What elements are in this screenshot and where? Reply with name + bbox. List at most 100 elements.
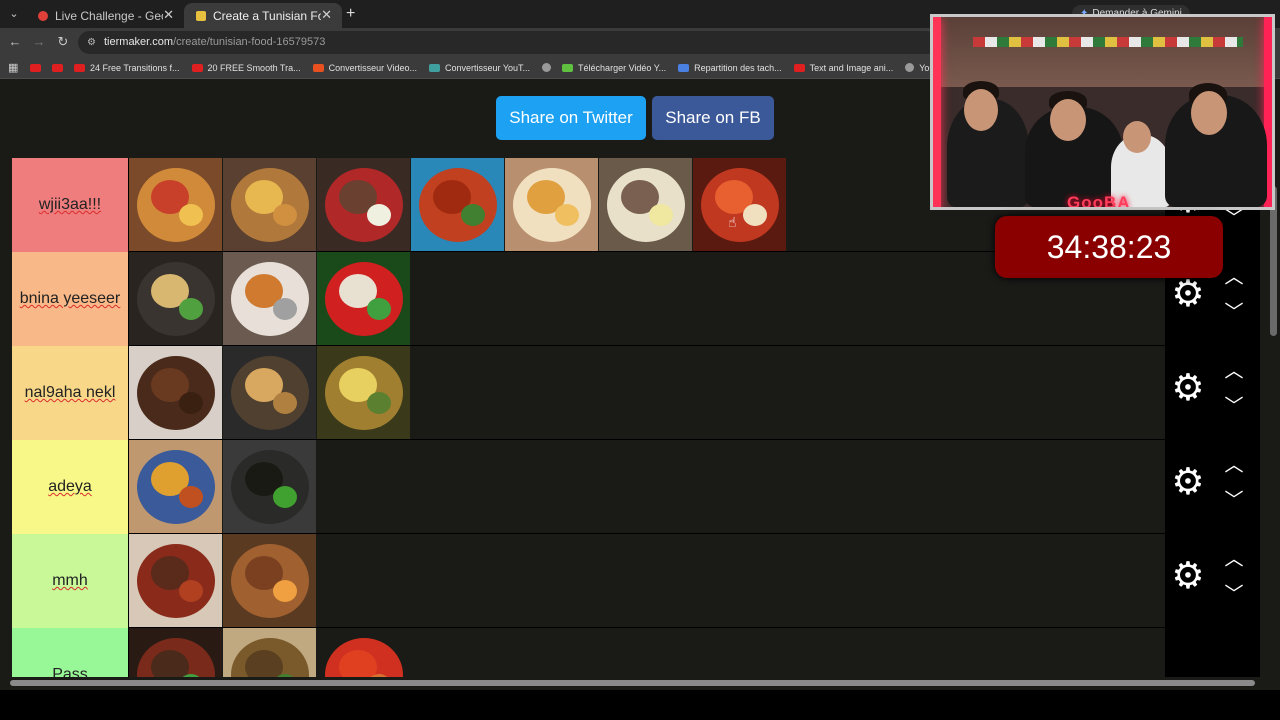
bookmark-item[interactable]: Convertisseur YouT... — [428, 62, 531, 73]
forward-icon[interactable]: → — [31, 34, 47, 50]
food-item-rice-dish[interactable] — [223, 628, 316, 680]
food-item-pasta-pan[interactable] — [129, 252, 222, 345]
bookmark-item[interactable] — [542, 63, 556, 72]
close-tab-icon[interactable]: ✕ — [321, 7, 332, 23]
tier-label[interactable]: bnina yeeseer — [12, 252, 129, 346]
back-icon[interactable]: ← — [7, 34, 23, 50]
channel-logo: GooBA — [1067, 193, 1131, 210]
streamer-2-head — [1050, 99, 1086, 141]
food-item-couscous[interactable] — [129, 440, 222, 533]
tier-row: mmh — [12, 534, 1165, 628]
tab-search-icon[interactable]: ⌄ — [6, 6, 22, 22]
food-item-fries-mix[interactable] — [317, 346, 410, 439]
food-ingredient — [179, 486, 203, 508]
food-item-peppers[interactable] — [317, 628, 410, 680]
apps-grid-icon[interactable]: ▦ — [8, 61, 30, 74]
food-ingredient — [743, 204, 767, 226]
bottom-bar — [0, 690, 1280, 720]
food-item-pizza[interactable] — [129, 158, 222, 251]
food-item-spaghetti[interactable] — [411, 158, 504, 251]
webcam-flags — [973, 37, 1243, 47]
tiermaker-favicon-icon — [196, 10, 206, 21]
reload-icon[interactable]: ↻ — [55, 34, 71, 50]
food-item-soup[interactable] — [223, 252, 316, 345]
chevron-down-icon[interactable]: ﹀ — [1223, 491, 1245, 510]
chevron-down-icon[interactable]: ﹀ — [1223, 209, 1245, 228]
bookmark-item[interactable]: Convertisseur Video... — [312, 63, 417, 73]
chevron-down-icon[interactable]: ﹀ — [1223, 303, 1245, 322]
share-fb-button[interactable]: Share on FB — [652, 96, 774, 140]
gear-icon[interactable]: ⚙ — [1168, 556, 1208, 596]
tier-label[interactable]: mmh — [12, 534, 129, 628]
food-item-bowl-egg[interactable] — [317, 158, 410, 251]
food-item-roast-lamb[interactable] — [223, 534, 316, 627]
youtube-icon — [74, 63, 85, 72]
download-icon — [562, 63, 574, 72]
food-item-chapati-fries[interactable] — [223, 158, 316, 251]
food-ingredient — [367, 298, 391, 320]
tier-row: nal9aha nekl — [12, 346, 1165, 440]
tab-geoguessr[interactable]: Live Challenge - GeoGuessr ✕ — [26, 3, 184, 28]
chevron-up-icon[interactable]: ︿ — [1223, 456, 1245, 475]
food-item-wrap-fries[interactable] — [505, 158, 598, 251]
chevron-up-icon[interactable]: ︿ — [1223, 550, 1245, 569]
food-ingredient — [179, 204, 203, 226]
bookmark-item[interactable]: 24 Free Transitions f... — [74, 63, 180, 73]
tier-label[interactable]: adeya — [12, 440, 129, 534]
url-host: tiermaker.com — [104, 36, 174, 48]
food-ingredient — [367, 392, 391, 414]
food-item-kefta-sauce[interactable] — [129, 534, 222, 627]
chevron-up-icon[interactable]: ︿ — [1223, 268, 1245, 287]
food-item-brik[interactable] — [223, 346, 316, 439]
mouse-pointer-icon: ☝ — [728, 214, 737, 230]
gear-icon[interactable]: ⚙ — [1168, 462, 1208, 502]
streamer-3-head — [1123, 121, 1151, 153]
bookmark-item[interactable] — [30, 63, 46, 72]
food-item-brochettes[interactable] — [129, 346, 222, 439]
gear-icon[interactable]: ⚙ — [1168, 274, 1208, 314]
close-tab-icon[interactable]: ✕ — [163, 7, 174, 23]
tier-row: adeya — [12, 440, 1165, 534]
site-info-icon[interactable]: ⚙ — [87, 31, 96, 54]
bookmark-item[interactable]: Text and Image ani... — [793, 63, 893, 73]
globe-icon — [905, 63, 915, 72]
bookmark-label: Convertisseur YouT... — [444, 62, 531, 73]
horizontal-scrollbar[interactable] — [0, 677, 1267, 689]
food-item-ojja[interactable] — [693, 158, 786, 251]
food-ingredient — [179, 580, 203, 602]
horizontal-scroll-thumb[interactable] — [10, 680, 1255, 686]
chevron-down-icon[interactable]: ﹀ — [1223, 397, 1245, 416]
tab-tiermaker[interactable]: Create a Tunisian Food Tier List ✕ — [184, 3, 342, 28]
tier-label[interactable]: Pass — [12, 628, 129, 680]
share-twitter-button[interactable]: Share on Twitter — [496, 96, 646, 140]
tier-label[interactable]: nal9aha nekl — [12, 346, 129, 440]
bookmark-item[interactable] — [52, 63, 68, 72]
food-ingredient — [273, 204, 297, 226]
food-ingredient — [273, 298, 297, 320]
screen: ⌄ Live Challenge - GeoGuessr ✕ Create a … — [0, 0, 1280, 720]
chevron-up-icon[interactable]: ︿ — [1223, 362, 1245, 381]
bookmark-label: 24 Free Transitions f... — [90, 62, 180, 73]
food-item-salad-eggs[interactable] — [599, 158, 692, 251]
food-ingredient — [555, 204, 579, 226]
bookmark-label: 20 FREE Smooth Tra... — [207, 62, 301, 73]
tier-label[interactable]: wjii3aa!!! — [12, 158, 129, 252]
bookmark-item[interactable]: 20 FREE Smooth Tra... — [191, 62, 301, 73]
stream-timer: 34:38:23 — [995, 216, 1223, 278]
tab-title: Live Challenge - GeoGuessr — [55, 8, 163, 23]
bookmark-item[interactable]: Repartition des tach... — [678, 63, 782, 73]
gear-icon[interactable]: ⚙ — [1168, 368, 1208, 408]
food-item-mechouia[interactable] — [317, 252, 410, 345]
food-ingredient — [273, 486, 297, 508]
food-item-mloukhia[interactable] — [223, 440, 316, 533]
youtube-icon — [793, 63, 805, 72]
chevron-down-icon[interactable]: ﹀ — [1223, 585, 1245, 604]
food-item-stew[interactable] — [129, 628, 222, 680]
new-tab-icon[interactable]: + — [346, 5, 355, 23]
bookmark-item[interactable]: Télécharger Vidéo Y... — [562, 63, 666, 73]
tier-control: ⚙ ︿ ﹀ — [1165, 436, 1260, 530]
tier-label-text: mmh — [52, 572, 88, 589]
tier-label-text: adeya — [48, 478, 92, 495]
address-bar[interactable]: ⚙ tiermaker.com/create/tunisian-food-165… — [78, 31, 938, 54]
streamer-4-head — [1191, 91, 1227, 135]
